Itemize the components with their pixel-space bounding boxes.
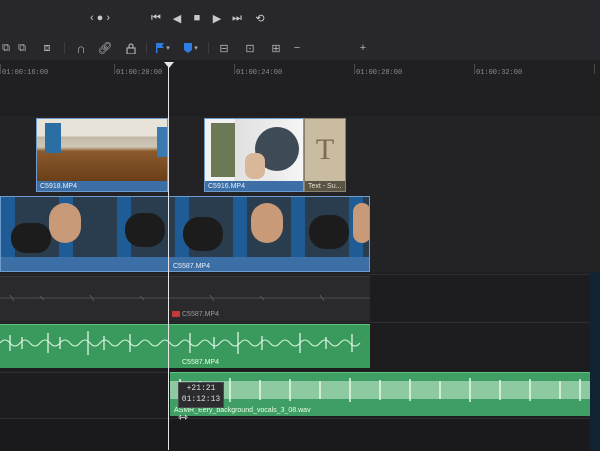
zoom-custom-icon[interactable]: ⊞ — [266, 40, 286, 56]
ruler-timecode: 01:00:32:00 — [476, 69, 523, 77]
viewer-edge — [590, 272, 600, 450]
audio-clip-a1[interactable]: C5587.MP4 — [0, 276, 370, 321]
edit-toolbar: ⧉ ⧉ ⧈ ∩ 🔗︎ ▾ ▾ ⊟ ⊡ ⊞ − + — [0, 36, 600, 83]
chevron-down-icon: ▾ — [194, 45, 198, 52]
clip-name: Text - Su... — [308, 183, 342, 190]
stop-icon[interactable]: ■ — [188, 9, 206, 27]
clip-name: C5587.MP4 — [182, 311, 219, 318]
audio-clip-a2[interactable]: C5587.MP4 — [0, 324, 370, 368]
drag-tooltip: +21:21 01:12:13 — [178, 382, 224, 408]
playhead-handle[interactable] — [164, 62, 174, 68]
transport-bar: ‹ ● › ⏮ ◀ ■ ▶ ⏭ ⟲ — [0, 0, 600, 37]
reverse-play-icon[interactable]: ◀ — [168, 9, 186, 27]
ruler-timecode: 01:00:16:00 — [2, 69, 49, 77]
ruler-timecode: 01:00:28:00 — [356, 69, 403, 77]
clip-name: ASMR_Eery_background_vocals_3_08.wav — [174, 407, 311, 414]
audio-track-4 — [0, 418, 600, 451]
audio-waveform — [170, 378, 590, 402]
audio-clip-a3[interactable]: ASMR_Eery_background_vocals_3_08.wav — [170, 372, 590, 416]
snapping-icon[interactable]: ∩ — [72, 40, 90, 56]
zoom-in-icon[interactable]: + — [358, 40, 368, 56]
zoom-full-icon[interactable]: ⊟ — [214, 40, 234, 56]
trim-cursor-icon: ⇿ — [178, 410, 189, 424]
place-on-top-icon[interactable]: ⧈ — [38, 40, 56, 56]
video-clip-c5916[interactable]: C5916.MP4 — [204, 118, 304, 192]
drag-offset: +21:21 — [186, 384, 216, 393]
flag-dropdown[interactable]: ▾ — [152, 40, 174, 56]
zoom-out-icon[interactable]: − — [292, 40, 302, 56]
video-clip-c5918[interactable]: C5918.MP4 — [36, 118, 168, 192]
chevron-down-icon: ▾ — [166, 45, 170, 52]
mute-indicator-icon — [172, 311, 180, 317]
marker-dropdown[interactable]: ▾ — [180, 40, 202, 56]
timeline-ruler[interactable]: 01:00:16:00 01:00:20:00 01:00:24:00 01:0… — [0, 60, 600, 83]
replace-clip-icon[interactable]: ⧉ — [14, 40, 30, 56]
video-clip-c5587[interactable]: C5587.MP4 — [0, 196, 370, 272]
title-glyph: T — [315, 133, 335, 166]
ruler-timecode: 01:00:20:00 — [116, 69, 163, 77]
view-options-icon[interactable]: ‹ ● › — [86, 9, 114, 27]
ruler-timecode: 01:00:24:00 — [236, 69, 283, 77]
jump-to-start-icon[interactable]: ⏮ — [147, 9, 165, 27]
jump-to-end-icon[interactable]: ⏭ — [228, 9, 246, 27]
audio-waveform — [0, 294, 370, 302]
clip-name: C5918.MP4 — [40, 183, 77, 190]
audio-waveform — [0, 331, 361, 355]
marker-icon — [184, 43, 193, 53]
play-icon[interactable]: ▶ — [208, 9, 226, 27]
clip-name: C5587.MP4 — [173, 263, 210, 270]
position-lock-icon[interactable] — [122, 40, 140, 56]
title-clip[interactable]: T Text - Su... — [304, 118, 346, 192]
linked-selection-icon[interactable]: 🔗︎ — [96, 40, 114, 56]
overwrite-clip-icon[interactable]: ⧉ — [0, 40, 12, 56]
clip-name: C5587.MP4 — [182, 359, 219, 366]
clip-name: C5916.MP4 — [208, 183, 245, 190]
drag-timecode: 01:12:13 — [181, 395, 221, 404]
flag-icon — [156, 43, 165, 53]
playhead[interactable] — [168, 62, 169, 450]
loop-icon[interactable]: ⟲ — [251, 9, 269, 27]
zoom-detail-icon[interactable]: ⊡ — [240, 40, 260, 56]
